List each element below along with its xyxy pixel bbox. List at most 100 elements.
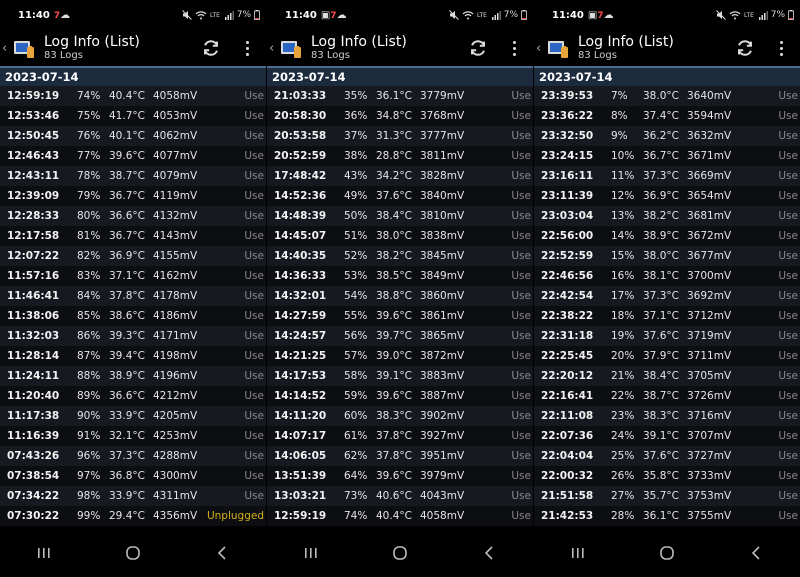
log-row[interactable]: 14:06:05 62% 37.8°C 3951mV Use	[267, 446, 533, 466]
battery-temperature: 33.9°C	[109, 490, 145, 502]
recent-apps-button[interactable]	[24, 538, 64, 568]
battery-voltage: 3671mV	[687, 150, 732, 162]
log-row[interactable]: 21:03:33 35% 36.1°C 3779mV Use	[267, 86, 533, 106]
log-row[interactable]: 11:38:06 85% 38.6°C 4186mV Use	[0, 306, 266, 326]
log-row[interactable]: 22:20:12 21% 38.4°C 3705mV Use	[534, 366, 800, 386]
recent-apps-button[interactable]	[558, 538, 598, 568]
log-row[interactable]: 13:51:39 64% 39.6°C 3979mV Use	[267, 466, 533, 486]
refresh-icon[interactable]	[467, 37, 489, 59]
log-row[interactable]: 13:03:21 73% 40.6°C 4043mV Use	[267, 486, 533, 506]
svg-text:LTE: LTE	[210, 12, 220, 19]
log-row[interactable]: 11:32:03 86% 39.3°C 4171mV Use	[0, 326, 266, 346]
log-list[interactable]: 21:03:33 35% 36.1°C 3779mV Use 20:58:30 36% 34.…	[267, 86, 533, 526]
log-row[interactable]: 07:30:22 99% 29.4°C 4356mV Unplugged	[0, 506, 266, 526]
log-row[interactable]: 20:58:30 36% 34.8°C 3768mV Use	[267, 106, 533, 126]
charge-status: Use	[778, 290, 798, 302]
log-row[interactable]: 11:57:16 83% 37.1°C 4162mV Use	[0, 266, 266, 286]
log-row[interactable]: 11:16:39 91% 32.1°C 4253mV Use	[0, 426, 266, 446]
back-button[interactable]	[469, 538, 509, 568]
log-row[interactable]: 20:53:58 37% 31.3°C 3777mV Use	[267, 126, 533, 146]
log-row[interactable]: 12:59:19 74% 40.4°C 4058mV Use	[0, 86, 266, 106]
log-row[interactable]: 20:52:59 38% 28.8°C 3811mV Use	[267, 146, 533, 166]
log-row[interactable]: 17:48:42 43% 34.2°C 3828mV Use	[267, 166, 533, 186]
more-vert-icon[interactable]	[507, 37, 521, 59]
log-row[interactable]: 22:11:08 23% 38.3°C 3716mV Use	[534, 406, 800, 426]
log-row[interactable]: 12:46:43 77% 39.6°C 4077mV Use	[0, 146, 266, 166]
refresh-icon[interactable]	[200, 37, 222, 59]
back-chevron-icon[interactable]: ‹	[269, 41, 277, 56]
log-row[interactable]: 22:52:59 15% 38.0°C 3677mV Use	[534, 246, 800, 266]
log-row[interactable]: 14:21:25 57% 39.0°C 3872mV Use	[267, 346, 533, 366]
log-row[interactable]: 14:52:36 49% 37.6°C 3840mV Use	[267, 186, 533, 206]
log-row[interactable]: 11:17:38 90% 33.9°C 4205mV Use	[0, 406, 266, 426]
log-row[interactable]: 22:46:56 16% 38.1°C 3700mV Use	[534, 266, 800, 286]
log-row[interactable]: 14:07:17 61% 37.8°C 3927mV Use	[267, 426, 533, 446]
home-button[interactable]	[380, 538, 420, 568]
log-row[interactable]: 23:16:11 11% 37.3°C 3669mV Use	[534, 166, 800, 186]
log-row[interactable]: 07:38:54 97% 36.8°C 4300mV Use	[0, 466, 266, 486]
log-row[interactable]: 14:45:07 51% 38.0°C 3838mV Use	[267, 226, 533, 246]
back-button[interactable]	[202, 538, 242, 568]
back-chevron-icon[interactable]: ‹	[2, 41, 10, 56]
log-list[interactable]: 12:59:19 74% 40.4°C 4058mV Use 12:53:46 75% 41.…	[0, 86, 266, 526]
recent-apps-button[interactable]	[291, 538, 331, 568]
home-button[interactable]	[113, 538, 153, 568]
log-row[interactable]: 23:24:15 10% 36.7°C 3671mV Use	[534, 146, 800, 166]
log-row[interactable]: 07:34:22 98% 33.9°C 4311mV Use	[0, 486, 266, 506]
log-row[interactable]: 22:42:54 17% 37.3°C 3692mV Use	[534, 286, 800, 306]
log-row[interactable]: 23:36:22 8% 37.4°C 3594mV Use	[534, 106, 800, 126]
log-row[interactable]: 14:11:20 60% 38.3°C 3902mV Use	[267, 406, 533, 426]
log-row[interactable]: 07:43:26 96% 37.3°C 4288mV Use	[0, 446, 266, 466]
battery-level: 79%	[77, 190, 101, 202]
log-row[interactable]: 12:39:09 79% 36.7°C 4119mV Use	[0, 186, 266, 206]
log-row[interactable]: 22:16:41 22% 38.7°C 3726mV Use	[534, 386, 800, 406]
log-row[interactable]: 12:59:19 74% 40.4°C 4058mV Use	[267, 506, 533, 526]
battery-temperature: 39.6°C	[109, 150, 145, 162]
more-vert-icon[interactable]	[774, 37, 788, 59]
battery-level: 10%	[611, 150, 635, 162]
log-row[interactable]: 22:07:36 24% 39.1°C 3707mV Use	[534, 426, 800, 446]
log-row[interactable]: 12:17:58 81% 36.7°C 4143mV Use	[0, 226, 266, 246]
log-row[interactable]: 11:28:14 87% 39.4°C 4198mV Use	[0, 346, 266, 366]
log-row[interactable]: 22:31:18 19% 37.6°C 3719mV Use	[534, 326, 800, 346]
log-row[interactable]: 21:51:58 27% 35.7°C 3753mV Use	[534, 486, 800, 506]
battery-level: 38%	[344, 150, 368, 162]
log-row[interactable]: 14:32:01 54% 38.8°C 3860mV Use	[267, 286, 533, 306]
log-list[interactable]: 23:39:53 7% 38.0°C 3640mV Use 23:36:22 8% 37.4°…	[534, 86, 800, 526]
log-row[interactable]: 14:24:57 56% 39.7°C 3865mV Use	[267, 326, 533, 346]
back-chevron-icon[interactable]: ‹	[536, 41, 544, 56]
log-row[interactable]: 23:32:50 9% 36.2°C 3632mV Use	[534, 126, 800, 146]
log-row[interactable]: 14:27:59 55% 39.6°C 3861mV Use	[267, 306, 533, 326]
charge-status: Use	[511, 510, 531, 522]
battery-level: 74%	[344, 510, 368, 522]
log-row[interactable]: 11:24:11 88% 38.9°C 4196mV Use	[0, 366, 266, 386]
battery-temperature: 36.7°C	[109, 230, 145, 242]
home-button[interactable]	[647, 538, 687, 568]
log-row[interactable]: 21:42:53 28% 36.1°C 3755mV Use	[534, 506, 800, 526]
log-row[interactable]: 23:11:39 12% 36.9°C 3654mV Use	[534, 186, 800, 206]
log-row[interactable]: 12:53:46 75% 41.7°C 4053mV Use	[0, 106, 266, 126]
log-row[interactable]: 11:46:41 84% 37.8°C 4178mV Use	[0, 286, 266, 306]
battery-level: 82%	[77, 250, 101, 262]
log-row[interactable]: 22:00:32 26% 35.8°C 3733mV Use	[534, 466, 800, 486]
log-row[interactable]: 12:28:33 80% 36.6°C 4132mV Use	[0, 206, 266, 226]
more-vert-icon[interactable]	[240, 37, 254, 59]
log-row[interactable]: 14:17:53 58% 39.1°C 3883mV Use	[267, 366, 533, 386]
log-row[interactable]: 11:20:40 89% 36.6°C 4212mV Use	[0, 386, 266, 406]
log-row[interactable]: 14:36:33 53% 38.5°C 3849mV Use	[267, 266, 533, 286]
refresh-icon[interactable]	[734, 37, 756, 59]
log-row[interactable]: 22:25:45 20% 37.9°C 3711mV Use	[534, 346, 800, 366]
log-row[interactable]: 22:04:04 25% 37.6°C 3727mV Use	[534, 446, 800, 466]
log-row[interactable]: 22:38:22 18% 37.1°C 3712mV Use	[534, 306, 800, 326]
log-row[interactable]: 14:14:52 59% 39.6°C 3887mV Use	[267, 386, 533, 406]
log-row[interactable]: 22:56:00 14% 38.9°C 3672mV Use	[534, 226, 800, 246]
log-row[interactable]: 14:48:39 50% 38.4°C 3810mV Use	[267, 206, 533, 226]
log-row[interactable]: 12:07:22 82% 36.9°C 4155mV Use	[0, 246, 266, 266]
log-row[interactable]: 23:03:04 13% 38.2°C 3681mV Use	[534, 206, 800, 226]
battery-level: 90%	[77, 410, 101, 422]
back-button[interactable]	[736, 538, 776, 568]
log-row[interactable]: 23:39:53 7% 38.0°C 3640mV Use	[534, 86, 800, 106]
log-row[interactable]: 14:40:35 52% 38.2°C 3845mV Use	[267, 246, 533, 266]
log-row[interactable]: 12:43:11 78% 38.7°C 4079mV Use	[0, 166, 266, 186]
log-row[interactable]: 12:50:45 76% 40.1°C 4062mV Use	[0, 126, 266, 146]
